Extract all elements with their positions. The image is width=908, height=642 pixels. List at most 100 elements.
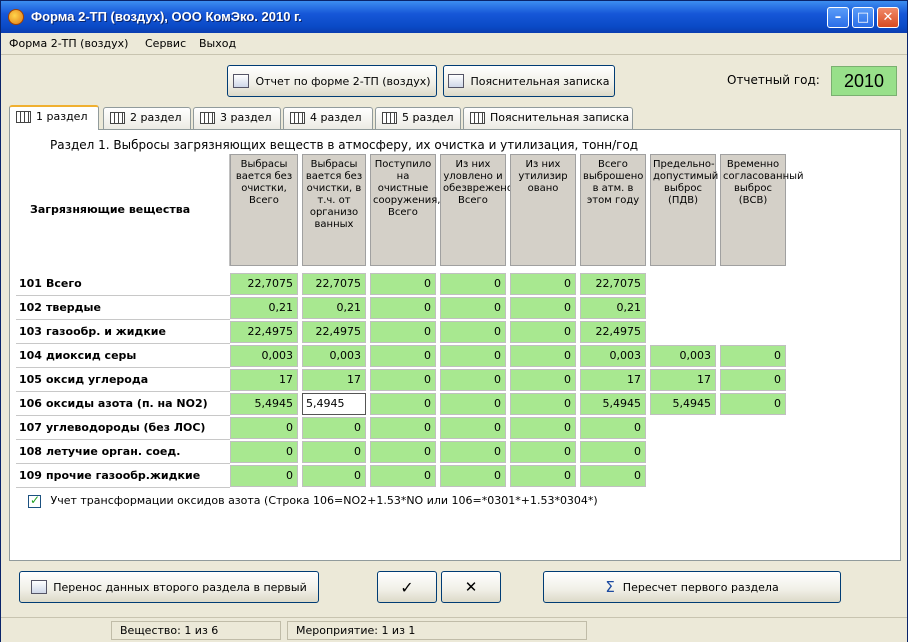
column-header: Временно согласованный выброс (ВСВ) bbox=[720, 154, 804, 266]
tab-section-4[interactable]: 4 раздел bbox=[283, 107, 373, 129]
cancel-button[interactable]: ✕ bbox=[441, 571, 501, 603]
check-icon: ✓ bbox=[400, 577, 414, 597]
value-cell[interactable]: 0 bbox=[510, 321, 576, 343]
value-cell[interactable]: 0 bbox=[370, 345, 436, 367]
row-label: 105 оксид углерода bbox=[16, 368, 230, 392]
value-cell[interactable]: 0 bbox=[440, 345, 506, 367]
menu-form[interactable]: Форма 2-ТП (воздух) bbox=[9, 37, 128, 50]
value-cell[interactable]: 0 bbox=[510, 393, 576, 415]
maximize-button[interactable]: □ bbox=[852, 7, 874, 28]
value-cell[interactable]: 0 bbox=[440, 465, 506, 487]
close-button[interactable]: ✕ bbox=[877, 7, 899, 28]
value-cell[interactable]: 17 bbox=[230, 369, 298, 391]
row-number: 107 bbox=[19, 421, 42, 434]
close-icon: ✕ bbox=[882, 10, 894, 25]
value-cell[interactable]: 5,4945 bbox=[650, 393, 716, 415]
value-cell[interactable]: 0 bbox=[230, 417, 298, 439]
value-cell[interactable]: 0 bbox=[230, 441, 298, 463]
note-button[interactable]: Пояснительная записка bbox=[443, 65, 615, 97]
menu-service[interactable]: Сервис bbox=[145, 37, 186, 50]
value-cell[interactable]: 0 bbox=[510, 465, 576, 487]
value-cell[interactable]: 0 bbox=[370, 393, 436, 415]
value-cell[interactable]: 0,003 bbox=[230, 345, 298, 367]
value-cell[interactable]: 22,7075 bbox=[580, 273, 646, 295]
value-cell[interactable]: 0,21 bbox=[230, 297, 298, 319]
app-icon bbox=[8, 9, 24, 25]
value-cell[interactable]: 0 bbox=[370, 273, 436, 295]
value-cell[interactable]: 0 bbox=[440, 369, 506, 391]
value-cell[interactable]: 17 bbox=[650, 369, 716, 391]
value-cell[interactable]: 22,7075 bbox=[230, 273, 298, 295]
row-name: газообр. и жидкие bbox=[46, 325, 166, 338]
year-field[interactable]: 2010 bbox=[831, 66, 897, 96]
tab-section-1[interactable]: 1 раздел bbox=[9, 105, 99, 130]
report-icon bbox=[233, 74, 250, 88]
table-icon bbox=[470, 112, 485, 124]
report-button[interactable]: Отчет по форме 2-ТП (воздух) bbox=[227, 65, 437, 97]
row-label: 106 оксиды азота (п. на NO2) bbox=[16, 392, 230, 416]
value-cell[interactable]: 0 bbox=[510, 273, 576, 295]
value-cell[interactable]: 0 bbox=[370, 441, 436, 463]
value-cell[interactable]: 0 bbox=[720, 393, 786, 415]
maximize-icon: □ bbox=[856, 10, 870, 25]
value-cell[interactable]: 0 bbox=[440, 321, 506, 343]
value-cell[interactable]: 0 bbox=[440, 273, 506, 295]
value-cell[interactable]: 0 bbox=[440, 297, 506, 319]
value-cell[interactable]: 5,4945 bbox=[580, 393, 646, 415]
value-cell[interactable]: 0 bbox=[370, 369, 436, 391]
table-icon bbox=[16, 111, 31, 123]
nox-transform-option[interactable]: Учет трансформации оксидов азота (Строка… bbox=[28, 493, 598, 508]
value-cell[interactable]: 0 bbox=[580, 417, 646, 439]
value-cell[interactable]: 0 bbox=[302, 417, 366, 439]
value-cell[interactable]: 0 bbox=[302, 441, 366, 463]
value-cell[interactable]: 0 bbox=[302, 465, 366, 487]
value-cell[interactable]: 0,21 bbox=[580, 297, 646, 319]
value-cell[interactable]: 5,4945 bbox=[230, 393, 298, 415]
main-window: Форма 2-ТП (воздух), ООО КомЭко. 2010 г.… bbox=[0, 0, 908, 642]
value-cell[interactable]: 0 bbox=[370, 321, 436, 343]
value-cell[interactable]: 0 bbox=[580, 465, 646, 487]
minimize-button[interactable]: – bbox=[827, 7, 849, 28]
value-cell[interactable]: 0 bbox=[510, 345, 576, 367]
value-cell[interactable]: 0 bbox=[370, 465, 436, 487]
value-cell[interactable]: 0 bbox=[510, 417, 576, 439]
menu-exit[interactable]: Выход bbox=[199, 37, 236, 50]
value-cell[interactable]: 0,21 bbox=[302, 297, 366, 319]
row-number: 102 bbox=[19, 301, 42, 314]
title-bar: Форма 2-ТП (воздух), ООО КомЭко. 2010 г.… bbox=[1, 1, 907, 33]
tab-section-5[interactable]: 5 раздел bbox=[375, 107, 461, 129]
value-cell[interactable]: 22,4975 bbox=[230, 321, 298, 343]
recalc-button[interactable]: Σ Пересчет первого раздела bbox=[543, 571, 841, 603]
value-cell[interactable]: 0 bbox=[440, 417, 506, 439]
value-cell[interactable]: 0 bbox=[230, 465, 298, 487]
tab-explanatory-note[interactable]: Пояснительная записка bbox=[463, 107, 633, 129]
tab-label: 3 раздел bbox=[220, 111, 272, 124]
value-cell[interactable]: 0 bbox=[370, 297, 436, 319]
row-number: 106 bbox=[19, 397, 42, 410]
value-cell[interactable]: 0,003 bbox=[302, 345, 366, 367]
ok-button[interactable]: ✓ bbox=[377, 571, 437, 603]
value-cell[interactable]: 0,003 bbox=[650, 345, 716, 367]
value-cell[interactable]: 17 bbox=[580, 369, 646, 391]
value-cell[interactable]: 0,003 bbox=[580, 345, 646, 367]
value-cell[interactable]: 0 bbox=[370, 417, 436, 439]
value-cell[interactable]: 0 bbox=[510, 297, 576, 319]
value-cell[interactable]: 5,4945 bbox=[302, 393, 366, 415]
value-cell[interactable]: 22,4975 bbox=[302, 321, 366, 343]
value-cell[interactable]: 0 bbox=[720, 369, 786, 391]
window-title: Форма 2-ТП (воздух), ООО КомЭко. 2010 г. bbox=[31, 9, 302, 24]
value-cell[interactable]: 17 bbox=[302, 369, 366, 391]
value-cell[interactable]: 0 bbox=[440, 441, 506, 463]
value-cell[interactable]: 0 bbox=[510, 441, 576, 463]
value-cell[interactable]: 22,7075 bbox=[302, 273, 366, 295]
transfer-button[interactable]: Перенос данных второго раздела в первый bbox=[19, 571, 319, 603]
tab-section-2[interactable]: 2 раздел bbox=[103, 107, 191, 129]
value-cell[interactable]: 0 bbox=[510, 369, 576, 391]
tab-section-3[interactable]: 3 раздел bbox=[193, 107, 281, 129]
value-cell[interactable]: 0 bbox=[580, 441, 646, 463]
nox-transform-checkbox[interactable] bbox=[28, 493, 41, 508]
value-cell[interactable]: 22,4975 bbox=[580, 321, 646, 343]
tab-label: Пояснительная записка bbox=[490, 111, 630, 124]
value-cell[interactable]: 0 bbox=[440, 393, 506, 415]
value-cell[interactable]: 0 bbox=[720, 345, 786, 367]
